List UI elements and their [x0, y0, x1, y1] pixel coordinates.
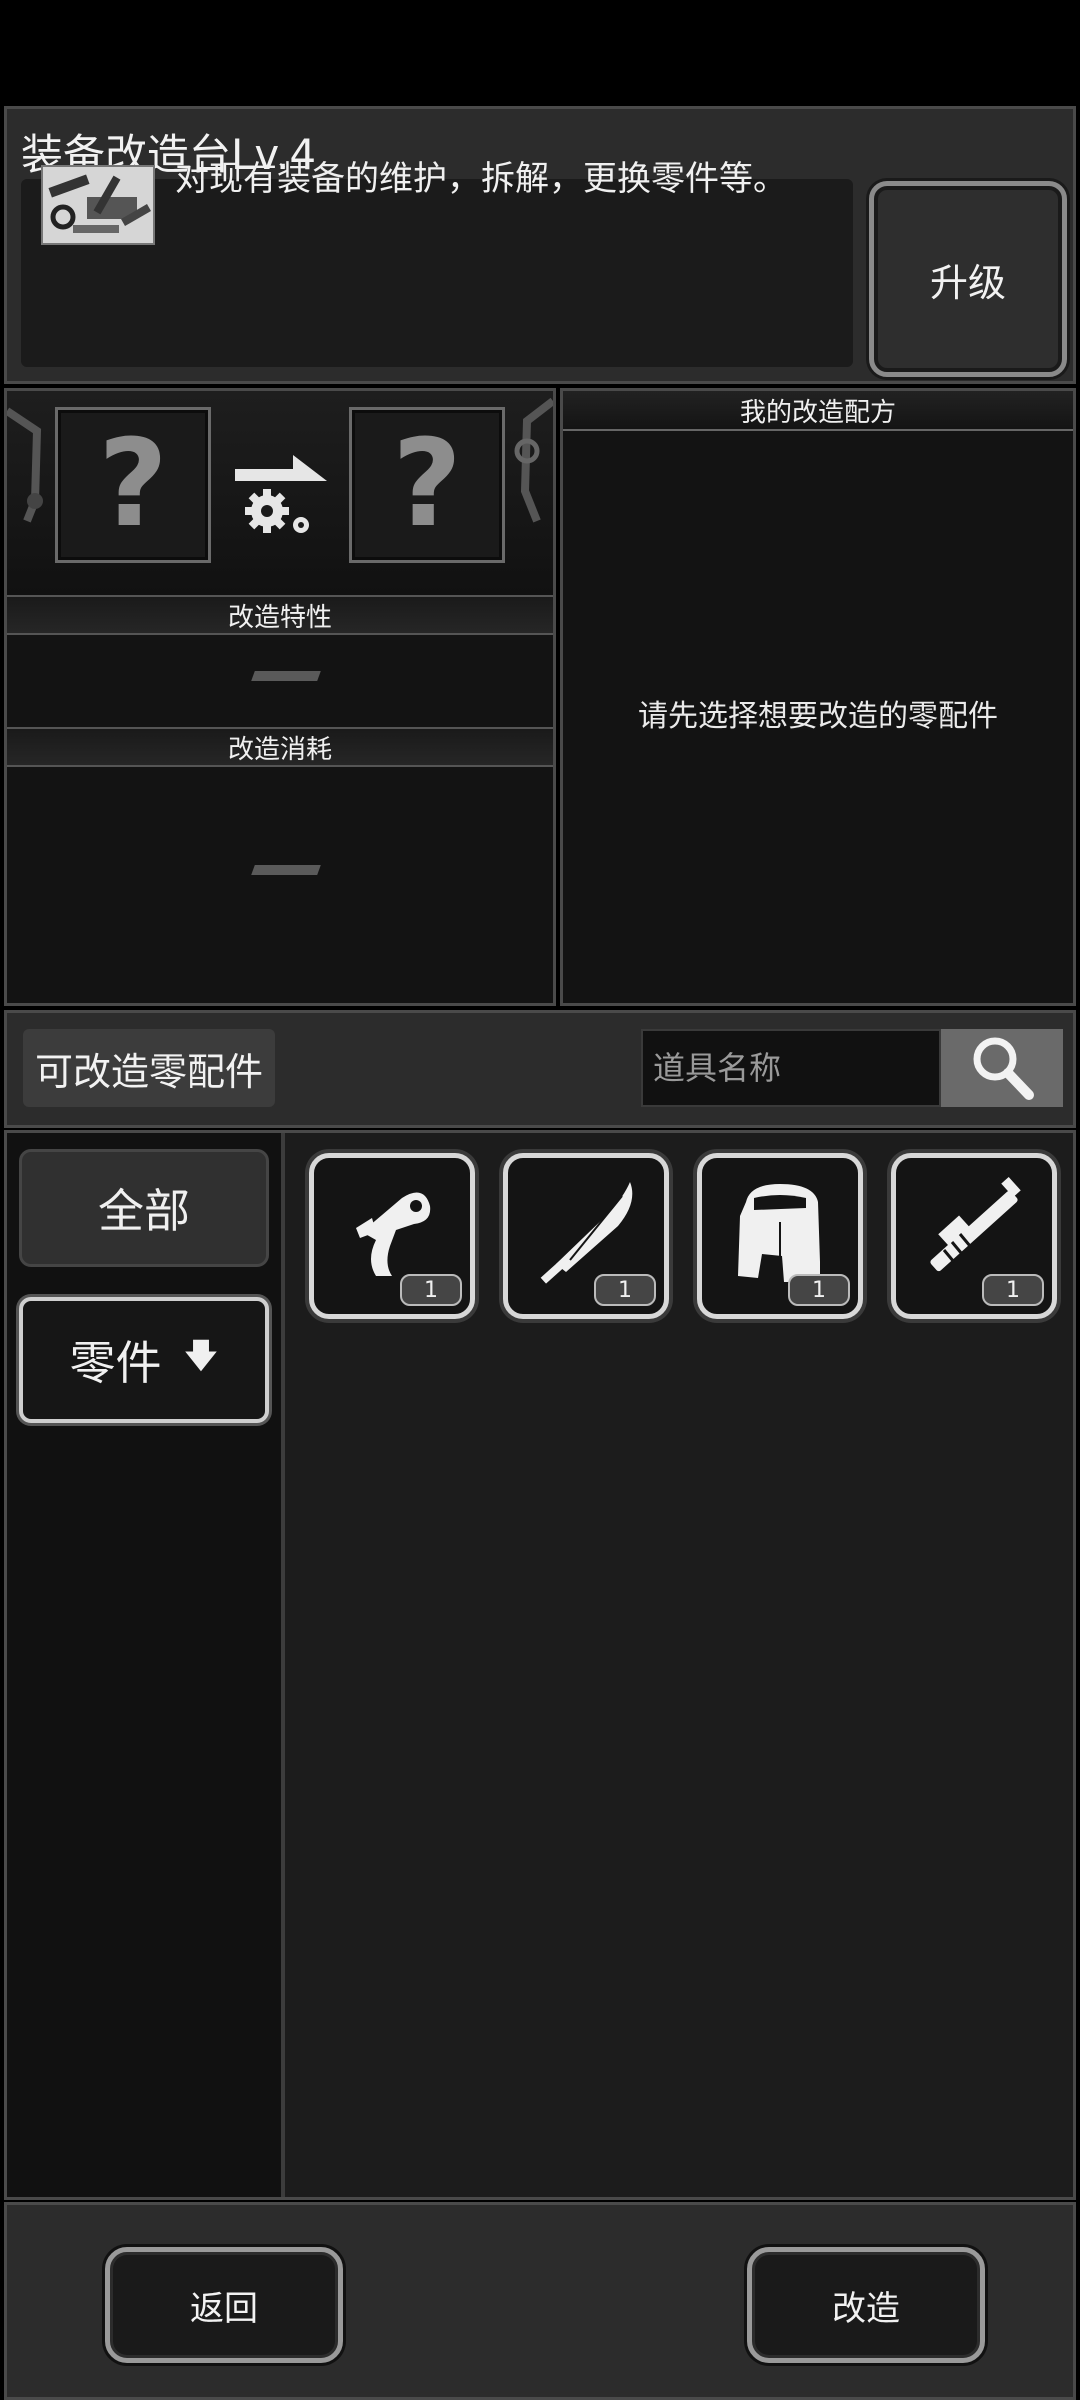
- part-item-stock[interactable]: 1: [697, 1153, 863, 1319]
- category-parts-button[interactable]: 零件 🡇: [19, 1297, 269, 1423]
- search-icon: [973, 1037, 1034, 1100]
- item-count: 1: [400, 1274, 462, 1306]
- item-count: 1: [982, 1274, 1044, 1306]
- category-list: 全部 零件 🡇: [7, 1133, 285, 2197]
- part-item-blade[interactable]: 1: [503, 1153, 669, 1319]
- search-button[interactable]: [941, 1029, 1063, 1107]
- workbench-tools-icon: [41, 165, 155, 245]
- parts-body: 全部 零件 🡇 1 1 1 1: [4, 1130, 1076, 2200]
- search-input[interactable]: [641, 1029, 941, 1107]
- modify-button[interactable]: 改造: [747, 2247, 985, 2363]
- convert-gear-icon: [231, 451, 331, 541]
- footer-bar: 返回 改造: [4, 2202, 1076, 2400]
- part-item-trigger[interactable]: 1: [309, 1153, 475, 1319]
- parts-title: 可改造零配件: [23, 1029, 276, 1107]
- description-text: 对现有装备的维护，拆解，更换零件等。: [175, 159, 787, 199]
- status-bar: [0, 0, 1080, 104]
- part-item-barrel[interactable]: 1: [891, 1153, 1057, 1319]
- modification-panel: ? ? 改造特性 改造消耗: [4, 388, 556, 1006]
- item-count: 1: [788, 1274, 850, 1306]
- recipe-panel: 我的改造配方 请先选择想要改造的零配件: [560, 388, 1076, 1006]
- cost-value: [251, 865, 321, 875]
- parts-header: 可改造零配件: [4, 1010, 1076, 1128]
- arrow-down-icon: 🡇: [183, 1335, 219, 1376]
- traits-value: [251, 671, 321, 681]
- item-count: 1: [594, 1274, 656, 1306]
- traits-section-header: 改造特性: [7, 595, 553, 635]
- target-part-slot[interactable]: ?: [349, 407, 505, 563]
- category-all-button[interactable]: 全部: [19, 1149, 269, 1267]
- workbench-header: 装备改造台Lv.4 对现有装备的维护，拆解，更换零件等。 升级: [4, 106, 1076, 384]
- recipe-empty-hint: 请先选择想要改造的零配件: [638, 699, 998, 734]
- source-part-slot[interactable]: ?: [55, 407, 211, 563]
- upgrade-button[interactable]: 升级: [869, 181, 1067, 377]
- back-button[interactable]: 返回: [105, 2247, 343, 2363]
- cost-section-header: 改造消耗: [7, 727, 553, 767]
- modification-slots: ? ?: [7, 391, 553, 595]
- recipe-title: 我的改造配方: [563, 391, 1073, 431]
